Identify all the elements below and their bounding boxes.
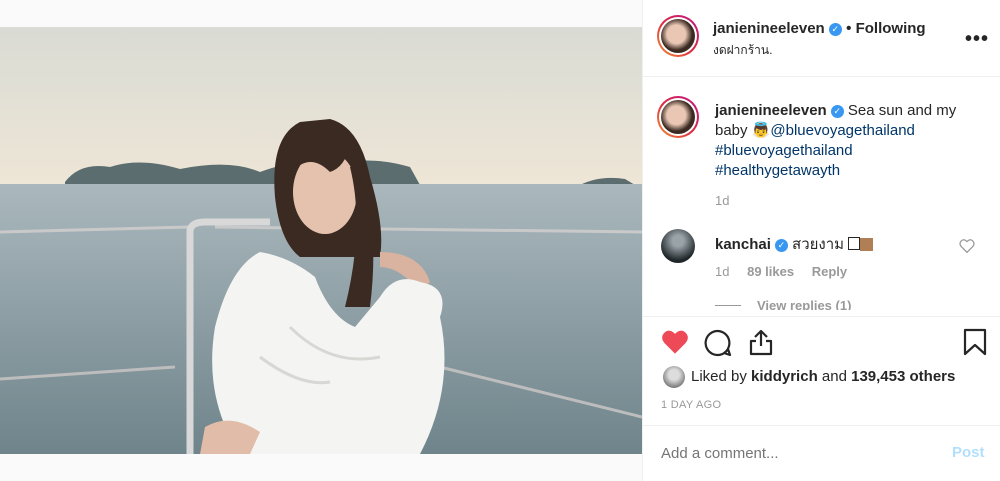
post-image <box>0 27 642 454</box>
reply-button[interactable]: Reply <box>812 264 847 279</box>
hashtag-link[interactable]: #healthygetawayth <box>715 162 840 179</box>
heart-icon[interactable] <box>661 329 689 355</box>
likes-count[interactable]: 139,453 others <box>851 368 955 385</box>
actions-divider <box>643 316 1000 317</box>
post-comment-button[interactable]: Post <box>952 444 985 461</box>
post-details-panel: janienineeleven ✓ • Following งดฝากร้าน. … <box>642 0 1000 481</box>
post-header: janienineeleven ✓ • Following งดฝากร้าน. … <box>643 0 1000 76</box>
post-timestamp[interactable]: 1 DAY AGO <box>661 399 721 411</box>
comment-time[interactable]: 1d <box>715 264 729 279</box>
more-options-icon[interactable]: ••• <box>965 28 989 51</box>
add-comment-bar: Post <box>643 426 1000 481</box>
skin-tone-emoji-icon <box>860 238 874 251</box>
header-divider <box>643 76 1000 77</box>
commenter-avatar[interactable] <box>661 229 695 263</box>
caption-avatar[interactable] <box>657 96 699 138</box>
likes-row: Liked by kiddyrich and 139,453 others <box>643 364 1000 388</box>
comment-text: สวยงาม <box>792 236 845 253</box>
liker-username[interactable]: kiddyrich <box>751 368 818 385</box>
bookmark-icon[interactable] <box>963 328 987 356</box>
commenter-username[interactable]: kanchai <box>715 236 771 253</box>
caption-time[interactable]: 1d <box>715 193 729 208</box>
view-replies-label: View replies (1) <box>757 298 852 310</box>
action-bar <box>643 324 1000 362</box>
comment-item: kanchai ✓ สวยงาม 1d 89 likes Reply View r… <box>643 226 1000 316</box>
follow-separator: • <box>846 20 856 37</box>
likes-joiner: and <box>821 368 847 385</box>
verified-icon: ✓ <box>830 105 844 118</box>
caption-username[interactable]: janienineeleven <box>715 102 827 119</box>
view-replies-button[interactable]: View replies (1) <box>715 298 851 310</box>
hashtag-link[interactable]: #bluevoyagethailand <box>715 142 853 159</box>
verified-icon: ✓ <box>828 23 842 36</box>
liker-avatar[interactable] <box>663 366 685 388</box>
mention-link[interactable]: @bluevoyagethailand <box>770 122 915 139</box>
comment-like-icon[interactable] <box>959 239 975 253</box>
author-avatar[interactable] <box>657 15 699 57</box>
post-location[interactable]: งดฝากร้าน. <box>713 41 926 60</box>
add-comment-input[interactable] <box>659 439 933 467</box>
unknown-glyph-icon <box>848 237 861 250</box>
follow-status-button[interactable]: Following <box>856 20 926 37</box>
caption-text: janienineeleven ✓ Sea sun and my baby 👼@b… <box>715 101 985 181</box>
liked-by-prefix: Liked by <box>691 368 747 385</box>
share-icon[interactable] <box>747 328 775 356</box>
comment-icon[interactable] <box>704 329 732 357</box>
verified-icon: ✓ <box>774 239 788 252</box>
author-username[interactable]: janienineeleven <box>713 20 825 37</box>
caption-block: janienineeleven ✓ Sea sun and my baby 👼@b… <box>643 96 1000 226</box>
comment-likes[interactable]: 89 likes <box>747 264 794 279</box>
post-photo[interactable] <box>0 27 642 454</box>
angel-emoji-icon: 👼 <box>751 122 771 139</box>
replies-line <box>715 305 741 306</box>
